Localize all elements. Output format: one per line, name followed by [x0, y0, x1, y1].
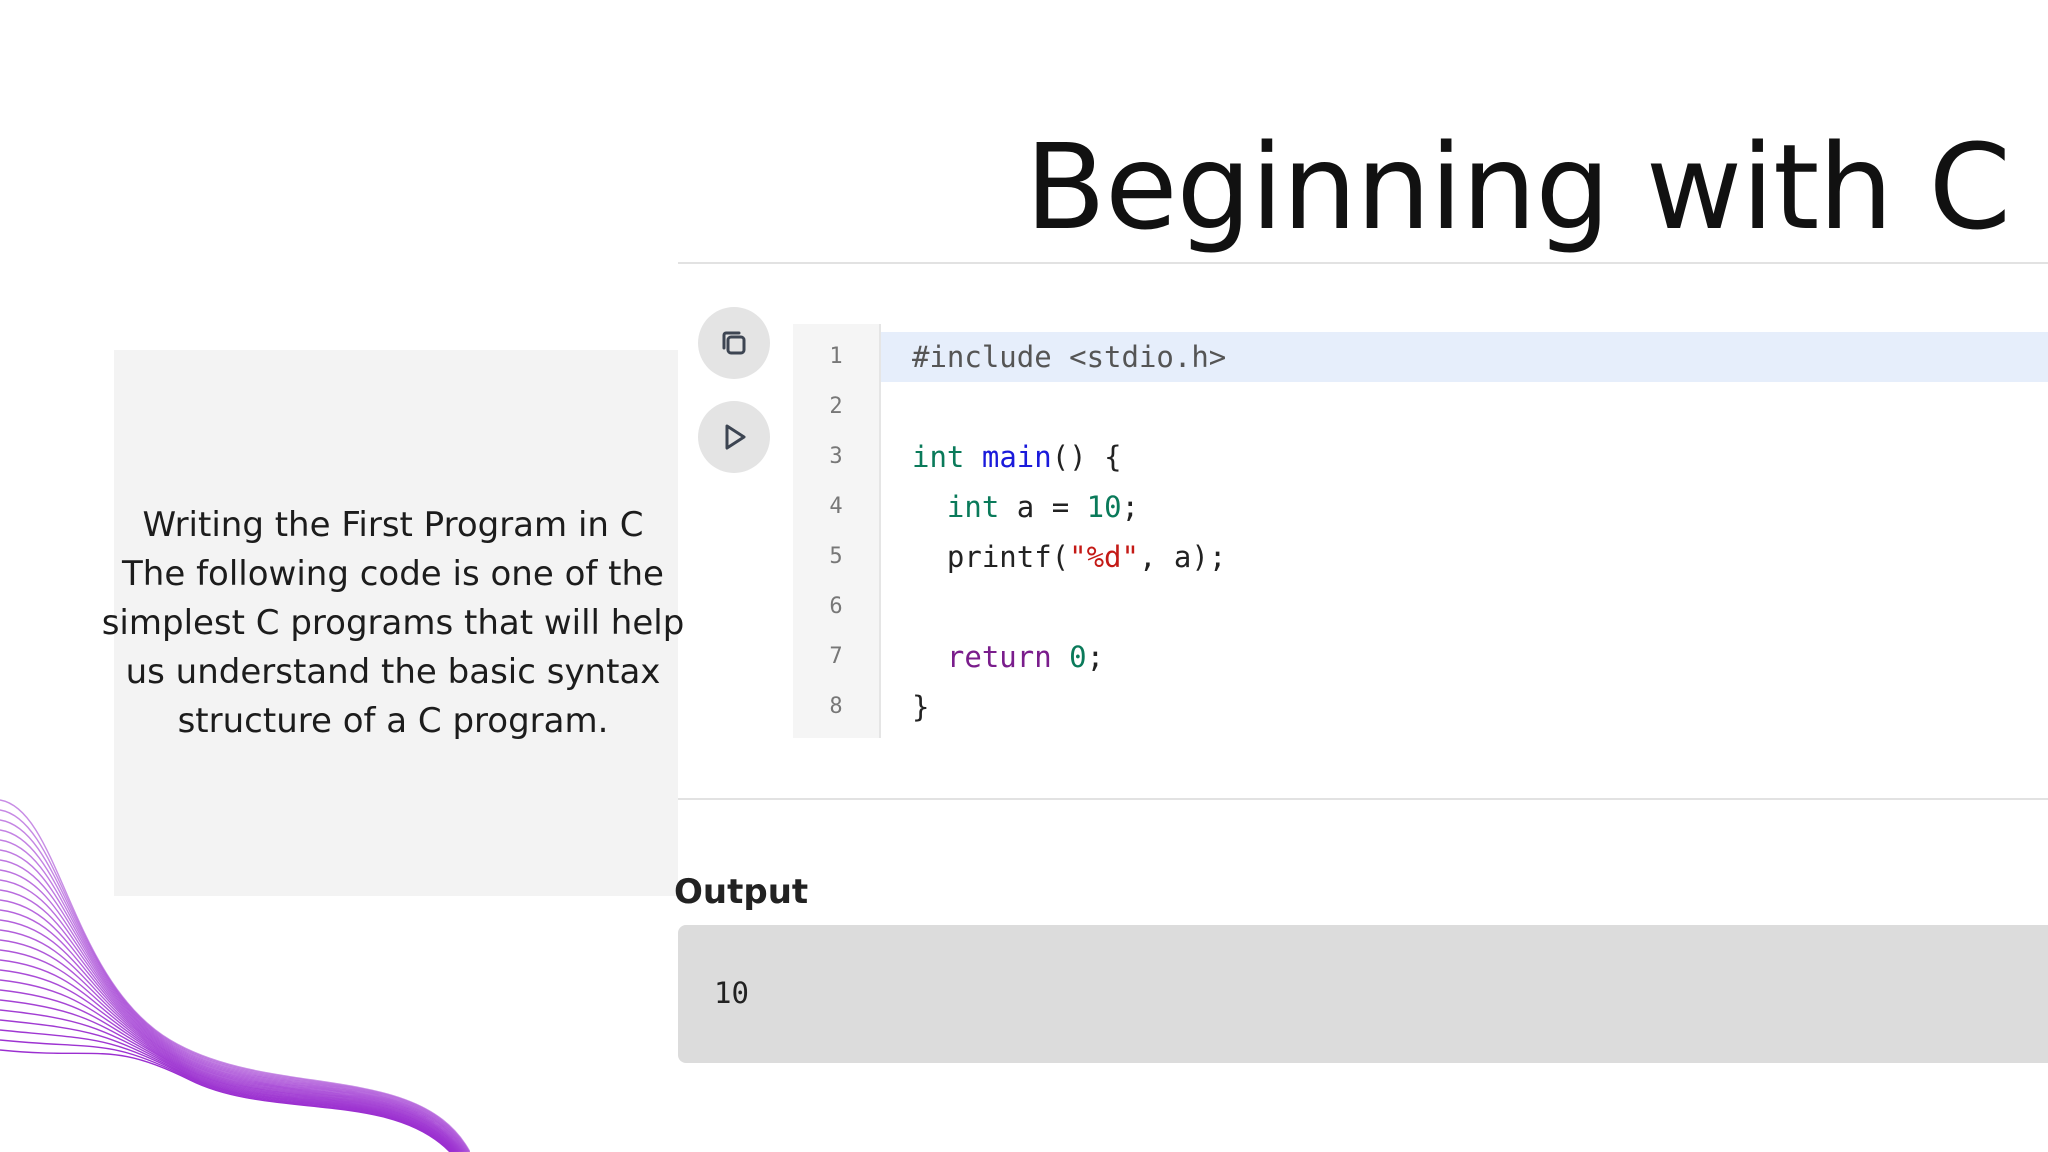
- editor-divider: [678, 798, 2048, 800]
- line-number: 1: [829, 344, 843, 369]
- description-line: The following code is one of the: [122, 553, 664, 594]
- code-line: }: [912, 687, 929, 727]
- code-token: () {: [1051, 440, 1122, 474]
- code-line: #include <stdio.h>: [912, 337, 1226, 377]
- code-token: printf(: [912, 540, 1070, 574]
- wave-line: [0, 1029, 453, 1152]
- line-number: 8: [829, 694, 843, 719]
- title-divider: [678, 262, 2048, 264]
- code-token: #include <stdio.h>: [912, 340, 1227, 374]
- line-number: 6: [829, 594, 843, 619]
- line-number: 4: [829, 494, 843, 519]
- output-label: Output: [674, 872, 809, 912]
- line-number-gutter: 1 2 3 4 5 6 7 8: [793, 324, 881, 738]
- code-token: }: [912, 690, 930, 724]
- copy-code-button[interactable]: [698, 307, 770, 379]
- description-line: Writing the First Program in C: [142, 504, 644, 545]
- line-number: 5: [829, 544, 843, 569]
- description-line: simplest C programs that will help: [101, 602, 685, 643]
- output-value: 10: [714, 976, 749, 1010]
- code-token: a =: [999, 490, 1087, 524]
- description-line: us understand the basic syntax: [125, 651, 661, 692]
- description-text: Writing the First Program in C The follo…: [102, 501, 685, 746]
- code-line: return 0;: [912, 637, 1104, 677]
- code-token: int: [946, 490, 1000, 524]
- wave-line: [0, 949, 459, 1152]
- code-line: int main() {: [912, 437, 1122, 477]
- line-number: 2: [829, 394, 843, 419]
- description-card: Writing the First Program in C The follo…: [102, 350, 684, 896]
- wave-line: [0, 959, 458, 1152]
- code-editor[interactable]: 12345678 #include <stdio.h> int main() { …: [793, 324, 2048, 738]
- line-number: 3: [829, 444, 843, 469]
- description-line: structure of a C program.: [177, 700, 609, 741]
- code-token: ;: [1121, 490, 1140, 524]
- code-token: 10: [1086, 490, 1122, 524]
- code-line: printf("%d", a);: [912, 537, 1226, 577]
- code-token: ;: [1086, 640, 1105, 674]
- slide-title: Beginning with C: [1025, 118, 2011, 256]
- play-icon: [725, 424, 746, 450]
- line-number: 7: [829, 644, 843, 669]
- code-token: , a);: [1138, 540, 1227, 574]
- slide: Beginning with C Writing the First Progr…: [0, 0, 2048, 1152]
- code-token: main: [981, 440, 1052, 474]
- output-panel: 10: [678, 925, 2048, 1063]
- code-token: int: [912, 440, 965, 474]
- code-token: 0: [1069, 640, 1087, 674]
- run-code-button[interactable]: [698, 401, 770, 473]
- wave-line: [0, 939, 460, 1152]
- code-line: int a = 10;: [912, 487, 1139, 527]
- code-token: return: [946, 640, 1052, 674]
- code-token: "%d": [1069, 540, 1139, 574]
- copy-icon: [722, 331, 746, 355]
